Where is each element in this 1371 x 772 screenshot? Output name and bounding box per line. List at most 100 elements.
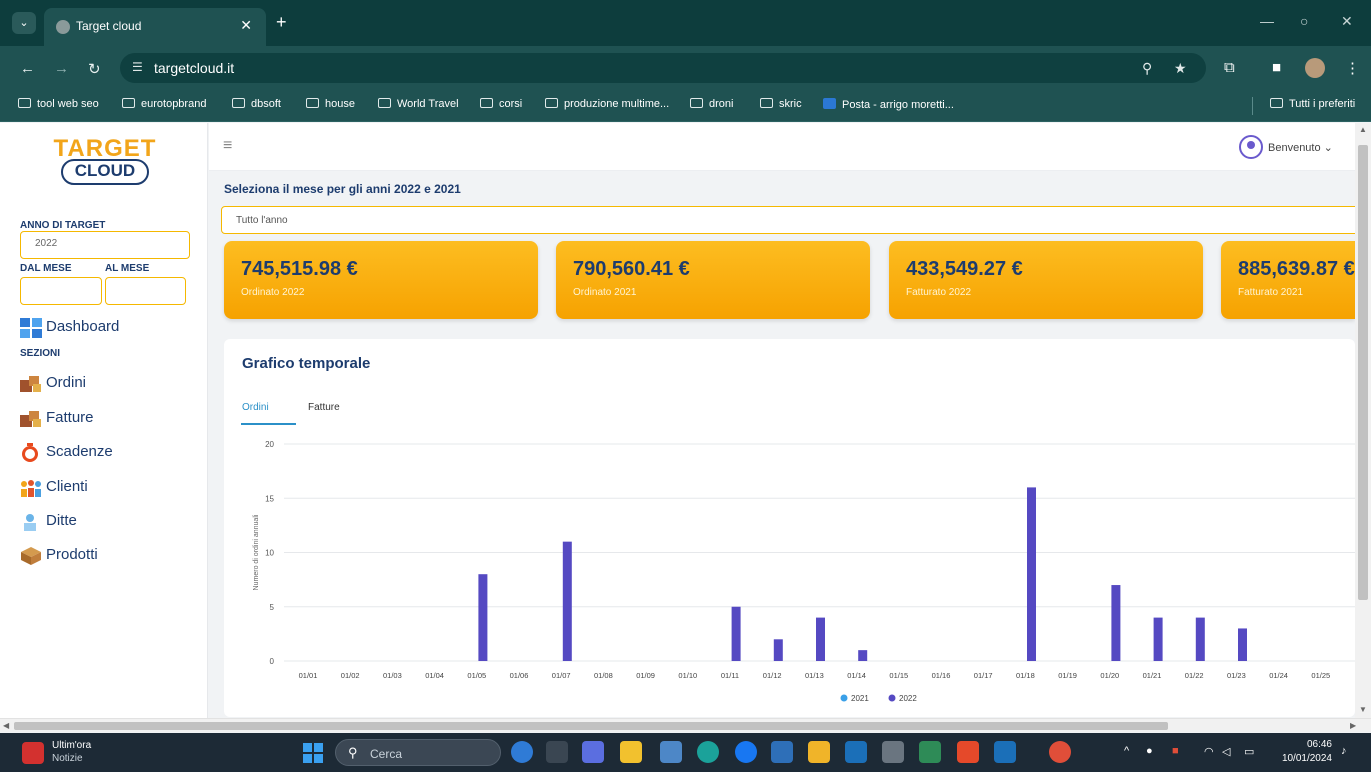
bookmark-folder[interactable]: corsi bbox=[480, 98, 522, 110]
volume-icon[interactable]: ◁ bbox=[1222, 745, 1230, 758]
select-title: Seleziona il mese per gli anni 2022 e 20… bbox=[224, 182, 461, 196]
app-icon[interactable] bbox=[882, 741, 904, 763]
all-bookmarks[interactable]: Tutti i preferiti bbox=[1270, 98, 1355, 110]
profile-avatar[interactable] bbox=[1305, 58, 1325, 78]
zoom-icon[interactable]: ⚲ bbox=[1142, 60, 1152, 77]
system-clock[interactable]: 06:46 10/01/2024 bbox=[1276, 738, 1332, 766]
anno-label: ANNO DI TARGET bbox=[20, 220, 106, 231]
brave-icon[interactable] bbox=[957, 741, 979, 763]
wifi-icon[interactable]: ◠ bbox=[1204, 745, 1214, 758]
x-tick-label: 01/14 bbox=[847, 671, 866, 680]
active-tab-indicator bbox=[241, 423, 296, 425]
tray-app-icon[interactable]: ● bbox=[1146, 745, 1153, 757]
bookmark-folder[interactable]: produzione multime... bbox=[545, 98, 669, 110]
sidepanel-icon[interactable]: ■ bbox=[1272, 59, 1281, 76]
kpi-card: 885,639.87 € Fatturato 2021 bbox=[1221, 241, 1355, 319]
chart-card: Grafico temporale Ordini Fatture 0 5 10 15 2… bbox=[224, 339, 1355, 717]
close-window-icon[interactable]: ✕ bbox=[1341, 13, 1353, 30]
user-avatar-icon bbox=[1239, 135, 1263, 159]
site-favicon-icon bbox=[56, 20, 70, 34]
horizontal-scrollbar[interactable]: ◀ ▶ bbox=[0, 718, 1371, 732]
app-icon[interactable] bbox=[845, 741, 867, 763]
kpi-card: 433,549.27 € Fatturato 2022 bbox=[889, 241, 1203, 319]
tray-app-icon[interactable]: ■ bbox=[1172, 745, 1179, 757]
bar-2022 bbox=[562, 541, 572, 661]
sezioni-label: SEZIONI bbox=[20, 348, 61, 359]
target-cloud-logo[interactable]: TARGET CLOUD bbox=[42, 135, 168, 185]
forward-icon[interactable]: → bbox=[54, 60, 69, 77]
al-mese-input[interactable] bbox=[105, 277, 186, 305]
bar-2022 bbox=[773, 639, 783, 661]
bookmark-outlook[interactable]: Posta - arrigo moretti... bbox=[823, 98, 954, 111]
dal-mese-input[interactable] bbox=[20, 277, 102, 305]
clock-time: 06:46 bbox=[1306, 739, 1332, 750]
kpi-value: 433,549.27 € bbox=[906, 258, 1023, 280]
folder-icon bbox=[690, 98, 703, 108]
mail-icon[interactable] bbox=[771, 741, 793, 763]
task-view-icon[interactable] bbox=[546, 741, 568, 763]
bookmark-folder[interactable]: dbsoft bbox=[232, 98, 281, 110]
facebook-icon[interactable] bbox=[735, 741, 757, 763]
teams-icon[interactable] bbox=[582, 741, 604, 763]
scroll-up-icon[interactable]: ▲ bbox=[1359, 125, 1367, 134]
app-icon[interactable] bbox=[919, 741, 941, 763]
new-tab-icon[interactable]: + bbox=[276, 12, 287, 33]
bookmark-folder[interactable]: tool web seo bbox=[18, 98, 99, 110]
back-icon[interactable]: ← bbox=[20, 60, 35, 77]
tab-fatture[interactable]: Fatture bbox=[308, 402, 340, 413]
url-field[interactable]: ☰ targetcloud.it ⚲ ★ bbox=[120, 53, 1206, 83]
folder-icon bbox=[378, 98, 391, 108]
period-select[interactable]: Tutto l'anno bbox=[221, 206, 1361, 234]
vertical-scroll-thumb[interactable] bbox=[1358, 145, 1368, 600]
anno-input[interactable]: 2022 bbox=[20, 231, 190, 259]
bar-2022 bbox=[1238, 628, 1247, 661]
reload-icon[interactable]: ↻ bbox=[88, 60, 101, 78]
bing-icon[interactable] bbox=[511, 741, 533, 763]
edge-icon[interactable] bbox=[697, 741, 719, 763]
file-explorer-icon[interactable] bbox=[620, 741, 642, 763]
bookmark-folder[interactable]: droni bbox=[690, 98, 733, 110]
bookmark-folder[interactable]: World Travel bbox=[378, 98, 459, 110]
notepad-icon[interactable] bbox=[994, 741, 1016, 763]
scroll-down-icon[interactable]: ▼ bbox=[1359, 705, 1367, 714]
app-header: ≡ Benvenuto ⌄ bbox=[209, 123, 1355, 171]
battery-icon[interactable]: ▭ bbox=[1244, 745, 1254, 758]
kpi-label: Fatturato 2022 bbox=[906, 287, 972, 298]
vertical-scrollbar[interactable]: ▲ ▼ bbox=[1355, 123, 1371, 718]
folder-icon bbox=[18, 98, 31, 108]
tray-expand-icon[interactable]: ^ bbox=[1124, 745, 1129, 757]
scroll-left-icon[interactable]: ◀ bbox=[3, 721, 9, 730]
clock-date: 10/01/2024 bbox=[1281, 753, 1332, 764]
app-icon[interactable] bbox=[660, 741, 682, 763]
x-tick-label: 01/03 bbox=[383, 671, 402, 680]
url-text: targetcloud.it bbox=[154, 60, 235, 76]
extensions-icon[interactable]: ⧉ bbox=[1224, 59, 1235, 76]
taskbar-search[interactable]: ⚲ Cerca bbox=[335, 739, 501, 766]
site-info-icon[interactable]: ☰ bbox=[132, 60, 143, 74]
bookmark-folder[interactable]: skric bbox=[760, 98, 802, 110]
scroll-right-icon[interactable]: ▶ bbox=[1350, 721, 1356, 730]
chrome-icon[interactable] bbox=[1049, 741, 1071, 763]
browser-tab[interactable]: Target cloud ✕ bbox=[44, 8, 266, 46]
tab-close-icon[interactable]: ✕ bbox=[240, 17, 252, 34]
package-icon bbox=[21, 547, 41, 565]
bookmark-folder[interactable]: eurotopbrand bbox=[122, 98, 206, 110]
maximize-icon[interactable]: ○ bbox=[1300, 13, 1308, 29]
search-placeholder: Cerca bbox=[370, 747, 403, 761]
bookmark-star-icon[interactable]: ★ bbox=[1174, 60, 1187, 77]
browser-menu-icon[interactable]: ⋮ bbox=[1345, 59, 1360, 77]
app-icon[interactable] bbox=[808, 741, 830, 763]
kpi-value: 885,639.87 € bbox=[1238, 258, 1355, 280]
windows-start-icon[interactable] bbox=[303, 743, 323, 763]
folder-icon bbox=[1270, 98, 1283, 108]
horizontal-scroll-thumb[interactable] bbox=[14, 722, 1168, 730]
minimize-icon[interactable]: — bbox=[1260, 13, 1274, 29]
hamburger-menu-icon[interactable]: ≡ bbox=[223, 137, 232, 155]
timer-icon bbox=[22, 443, 38, 462]
tab-ordini[interactable]: Ordini bbox=[242, 402, 269, 413]
folder-icon bbox=[232, 98, 245, 108]
bookmark-folder[interactable]: house bbox=[306, 98, 355, 110]
tab-search-button[interactable]: ⌄ bbox=[12, 12, 36, 34]
notifications-icon[interactable]: ♪ bbox=[1341, 745, 1347, 757]
bar-2022 bbox=[858, 650, 868, 661]
